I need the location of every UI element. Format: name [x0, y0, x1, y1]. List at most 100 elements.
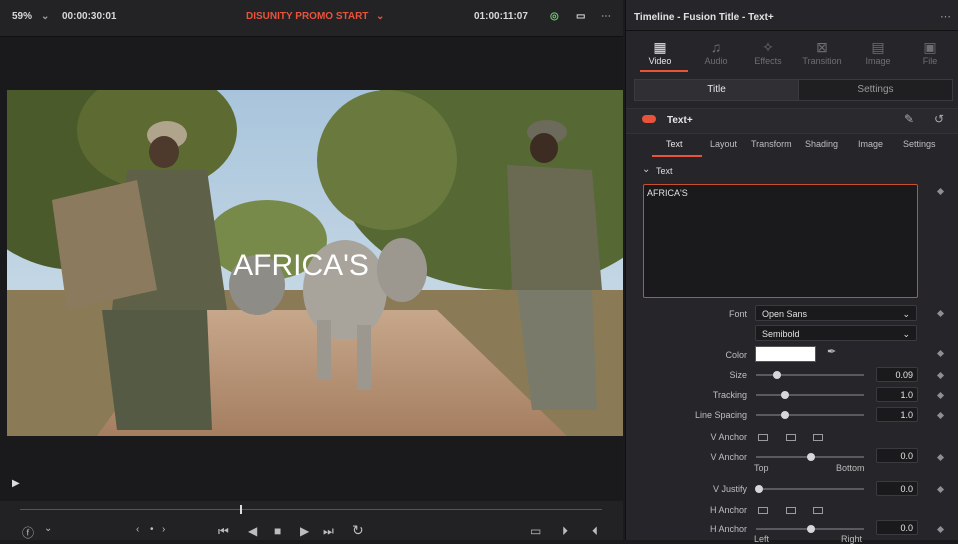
eyedropper-icon[interactable]: ✒ [827, 345, 836, 358]
subtab-transform[interactable]: Transform [751, 139, 792, 149]
keyframe-v-anchor-icon[interactable] [936, 453, 945, 462]
prev-keyframe-icon[interactable]: ‹ [136, 524, 139, 535]
mark-out-icon[interactable]: ⏴ [592, 524, 598, 539]
film-icon: ▦ [653, 39, 667, 55]
transition-icon: ⊠ [816, 39, 828, 55]
color-label: Color [725, 350, 747, 360]
line-spacing-value[interactable]: 1.0 [876, 407, 918, 422]
keyframe-tracking-icon[interactable] [936, 391, 945, 400]
magic-wand-icon[interactable]: ✎ [904, 112, 914, 126]
category-transition[interactable]: ⊠ Transition [798, 38, 846, 66]
reset-icon[interactable]: ↺ [934, 112, 944, 126]
size-slider-knob[interactable] [773, 371, 781, 379]
h-anchor-right-icon[interactable] [813, 507, 823, 514]
inspector-title: Timeline - Fusion Title - Text+ [634, 12, 774, 23]
v-anchor-value[interactable]: 0.0 [876, 448, 918, 463]
keyframe-h-anchor-icon[interactable] [936, 525, 945, 534]
video-image: AFRICA'S [7, 90, 623, 436]
tracking-label: Tracking [712, 390, 747, 400]
playhead[interactable] [240, 505, 242, 514]
clip-dropdown-icon[interactable]: ⌄ [376, 11, 384, 22]
subtab-text[interactable]: Text [666, 139, 683, 149]
v-anchor-center-icon[interactable] [786, 434, 796, 441]
keyframe-color-icon[interactable] [936, 349, 945, 358]
tool-enable-toggle[interactable] [642, 115, 656, 123]
next-keyframe-icon[interactable]: › [162, 524, 165, 535]
subtab-image[interactable]: Image [858, 139, 883, 149]
subtab-settings[interactable]: Settings [903, 139, 936, 149]
category-audio[interactable]: ♫ Audio [692, 38, 740, 66]
inspector-options-icon[interactable]: ⋯ [940, 10, 951, 23]
match-frame-icon[interactable]: ▭ [530, 524, 541, 538]
mark-in-icon[interactable]: ⏵ [562, 524, 568, 539]
font-style-select[interactable]: Semibold ⌄ [755, 325, 917, 341]
v-anchor-label: V Anchor [710, 432, 747, 442]
line-spacing-slider[interactable] [756, 414, 864, 416]
skip-start-icon[interactable]: ⏮ [218, 524, 229, 539]
font-select[interactable]: Open Sans ⌄ [755, 305, 917, 321]
v-anchor-top-icon[interactable] [758, 434, 768, 441]
keyframe-size-icon[interactable] [936, 371, 945, 380]
active-category-underline [640, 70, 688, 72]
category-image[interactable]: ▤ Image [854, 38, 902, 66]
v-anchor-min-label: Top [754, 463, 769, 473]
tab-settings[interactable]: Settings [798, 79, 953, 101]
category-effects[interactable]: ✧ Effects [744, 38, 792, 66]
color-wheel-icon[interactable]: ◎ [550, 11, 559, 22]
fx-icon[interactable]: ⓕ [22, 524, 34, 541]
h-anchor-center-icon[interactable] [786, 507, 796, 514]
h-anchor-value[interactable]: 0.0 [876, 520, 918, 535]
section-title: Text [656, 166, 673, 176]
stop-icon[interactable]: ■ [274, 524, 281, 538]
v-justify-slider-knob[interactable] [755, 485, 763, 493]
v-justify-value[interactable]: 0.0 [876, 481, 918, 496]
v-anchor-max-label: Bottom [836, 463, 865, 473]
title-overlay: AFRICA'S [233, 249, 369, 282]
category-video[interactable]: ▦ Video [636, 38, 684, 66]
h-anchor-slider-label: H Anchor [709, 524, 747, 534]
tracking-value[interactable]: 1.0 [876, 387, 918, 402]
clip-name[interactable]: DISUNITY PROMO START [246, 11, 368, 22]
keyframe-text-icon[interactable] [936, 187, 945, 196]
scrubber-track[interactable] [20, 509, 602, 510]
color-swatch[interactable] [755, 346, 816, 362]
size-label: Size [729, 370, 747, 380]
viewer-layout-icon[interactable]: ▭ [576, 11, 585, 22]
tab-title[interactable]: Title [634, 79, 799, 101]
v-anchor-slider-knob[interactable] [807, 453, 815, 461]
v-anchor-slider-label: V Anchor [710, 452, 747, 462]
zoom-level[interactable]: 59% [12, 11, 32, 22]
current-timecode: 01:00:11:07 [474, 11, 528, 22]
line-spacing-slider-knob[interactable] [781, 411, 789, 419]
size-value[interactable]: 0.09 [876, 367, 918, 382]
subtab-layout[interactable]: Layout [710, 139, 737, 149]
keyframe-dot-icon[interactable]: • [150, 524, 154, 535]
play-icon[interactable]: ▶ [300, 524, 309, 538]
transport-bar: ⓕ ⌄ ‹ • › ⏮ ◀ ■ ▶ ⏭ ↻ ▭ ⏵ ⏴ [0, 501, 623, 540]
text-input[interactable]: AFRICA'S [643, 184, 918, 298]
v-justify-slider[interactable] [756, 488, 864, 490]
keyframe-font-icon[interactable] [936, 309, 945, 318]
v-anchor-bottom-icon[interactable] [813, 434, 823, 441]
tracking-slider-knob[interactable] [781, 391, 789, 399]
tracking-slider[interactable] [756, 394, 864, 396]
h-anchor-slider-knob[interactable] [807, 525, 815, 533]
loop-icon[interactable]: ↻ [352, 522, 364, 539]
reverse-play-icon[interactable]: ◀ [248, 524, 257, 538]
more-options-icon[interactable]: ⋯ [601, 11, 611, 22]
keyframe-line-spacing-icon[interactable] [936, 411, 945, 420]
tool-name: Text+ [667, 115, 693, 126]
subtab-shading[interactable]: Shading [805, 139, 838, 149]
file-icon: ▣ [923, 39, 937, 55]
section-collapse-icon[interactable]: ⌄ [642, 164, 650, 175]
h-anchor-left-icon[interactable] [758, 507, 768, 514]
skip-end-icon[interactable]: ⏭ [323, 524, 334, 539]
line-spacing-label: Line Spacing [694, 410, 747, 420]
zoom-dropdown-icon[interactable]: ⌄ [41, 11, 49, 22]
category-file[interactable]: ▣ File [906, 38, 954, 66]
keyframe-v-justify-icon[interactable] [936, 485, 945, 494]
inspector-panel: Timeline - Fusion Title - Text+ ⋯ ▦ Vide… [625, 0, 958, 544]
viewer-play-marker-icon[interactable]: ▶ [12, 478, 20, 489]
fx-dropdown-icon[interactable]: ⌄ [44, 523, 52, 534]
h-anchor-label: H Anchor [709, 505, 747, 515]
